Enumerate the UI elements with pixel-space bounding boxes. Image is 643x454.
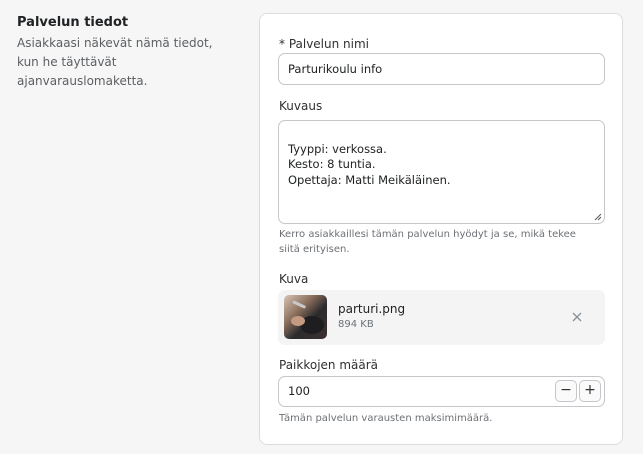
image-thumbnail <box>284 295 327 339</box>
description-textarea[interactable]: Tyyppi: verkossa. Kesto: 8 tuntia. Opett… <box>278 120 605 224</box>
image-label: Kuva <box>279 272 309 286</box>
section-title: Palvelun tiedot <box>17 15 129 30</box>
description-text: Tyyppi: verkossa. Kesto: 8 tuntia. Opett… <box>288 141 451 187</box>
capacity-value: 100 <box>288 384 310 398</box>
capacity-help-text: Tämän palvelun varausten maksimimäärä. <box>279 413 493 424</box>
section-description: Asiakkaasi näkevät nämä tiedot, kun he t… <box>17 36 213 88</box>
file-size: 894 KB <box>338 319 374 330</box>
file-name: parturi.png <box>338 302 406 316</box>
description-help-text: Kerro asiakkaillesi tämän palvelun hyödy… <box>279 229 576 255</box>
section-intro: Palvelun tiedot Asiakkaasi näkevät nämä … <box>17 13 237 91</box>
uploaded-file-row: parturi.png 894 KB <box>278 290 605 345</box>
service-name-input[interactable]: Parturikoulu info <box>278 53 605 85</box>
service-details-card: * Palvelun nimi Parturikoulu info Kuvaus… <box>259 13 623 445</box>
close-icon[interactable] <box>569 309 585 325</box>
resize-grip-icon[interactable] <box>594 213 602 221</box>
description-label: Kuvaus <box>279 99 323 113</box>
capacity-label: Paikkojen määrä <box>279 358 379 372</box>
decrement-button[interactable]: − <box>555 380 577 402</box>
capacity-input[interactable]: 100 − + <box>278 376 605 407</box>
service-name-label: * Palvelun nimi <box>279 37 370 51</box>
increment-button[interactable]: + <box>579 380 601 402</box>
